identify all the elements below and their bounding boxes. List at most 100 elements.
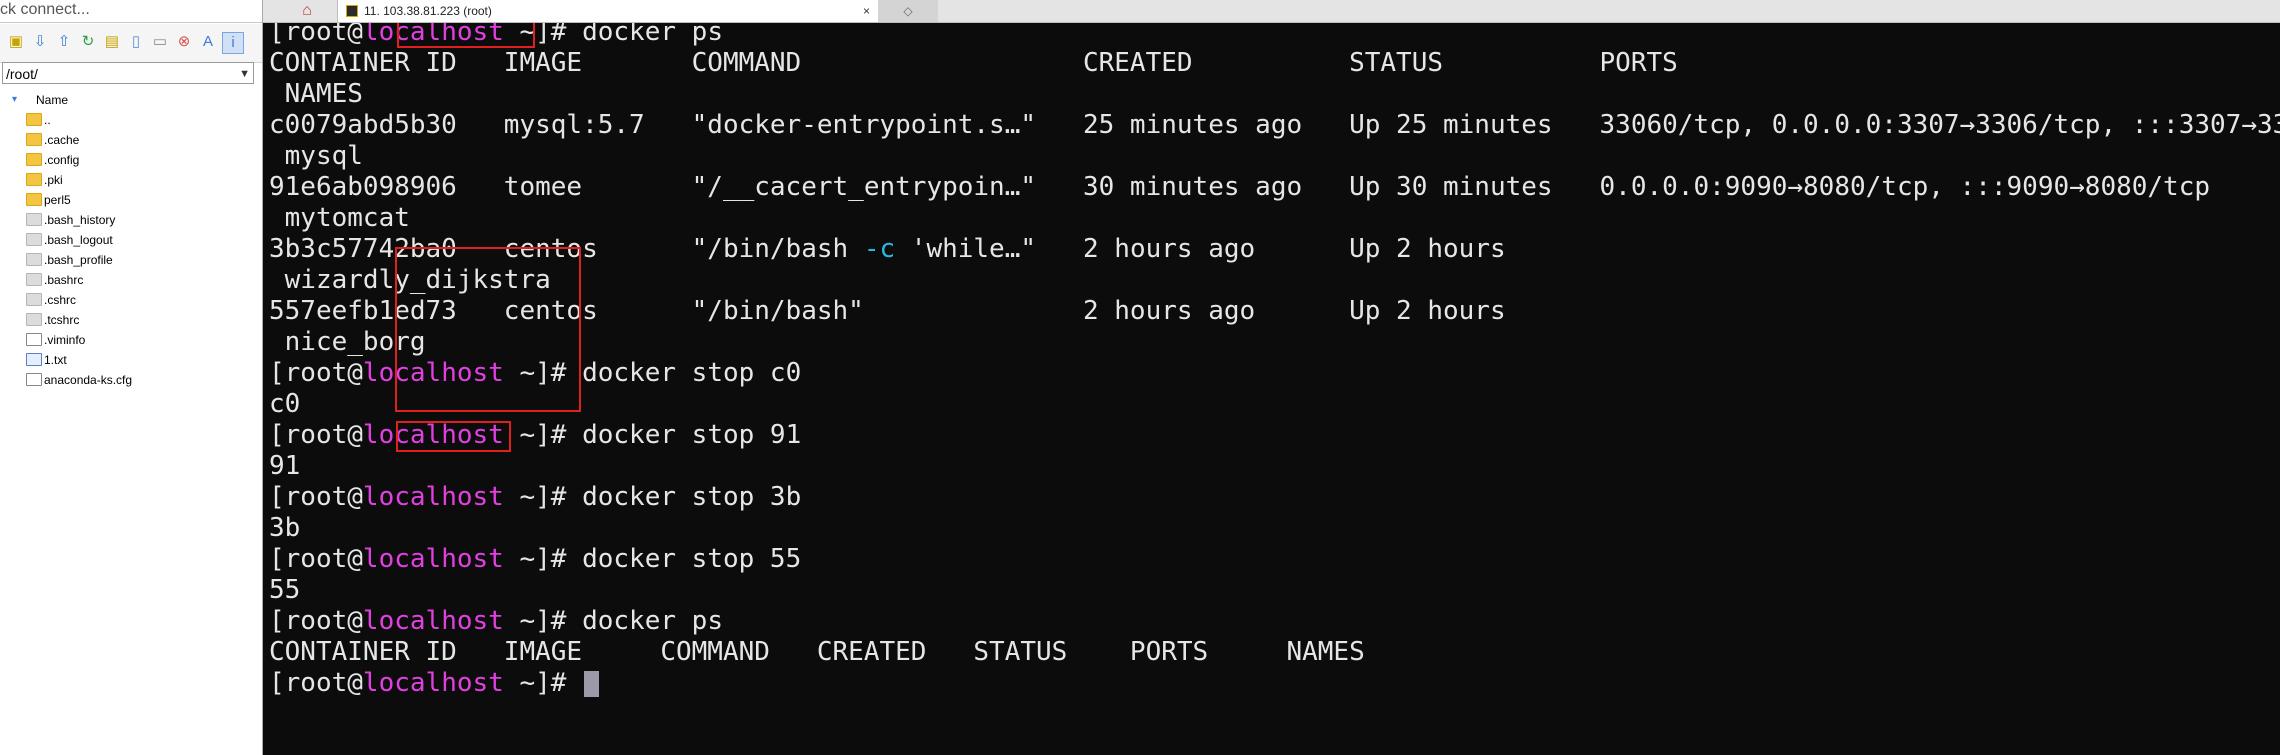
home-tab[interactable]: ⌂ [277, 0, 337, 22]
prompt-user: [root@ [269, 23, 363, 47]
file-name: .bash_profile [44, 253, 113, 267]
prompt-host: localhost [362, 668, 504, 698]
prompt-user: [root@ [269, 482, 363, 512]
prompt-user: [root@ [269, 420, 363, 450]
folder-icon [26, 173, 42, 186]
terminal-icon [346, 5, 358, 17]
file-list-item[interactable]: .cshrc [0, 290, 262, 310]
file-list-item[interactable]: .bash_history [0, 210, 262, 230]
command-text: docker stop c0 [582, 358, 802, 388]
prompt-suffix: ~]# [503, 420, 583, 450]
file-icon [26, 313, 42, 326]
refresh-icon[interactable]: ↻ [78, 32, 98, 52]
new-file-icon[interactable]: ▯ [126, 32, 146, 52]
collapse-icon[interactable]: ▾ [12, 90, 17, 110]
output-text: 91 [269, 451, 301, 481]
output-text: mytomcat [269, 203, 410, 233]
output-text: c0079abd5b30 mysql:5.7 "docker-entrypoin… [269, 110, 2280, 140]
prompt-user: [root@ [269, 358, 363, 388]
output-line: mysql [269, 141, 363, 172]
document-icon [26, 333, 42, 346]
file-name: .cshrc [44, 293, 77, 307]
file-list-item[interactable]: 1.txt [0, 350, 262, 370]
path-select[interactable]: /root/ ▼ [2, 62, 254, 84]
file-list-item[interactable]: .cache [0, 130, 262, 150]
output-line: 55 [269, 575, 300, 606]
chevron-down-icon[interactable]: ▼ [239, 63, 250, 85]
file-list-item[interactable]: .tcshrc [0, 310, 262, 330]
file-list-item[interactable]: anaconda-ks.cfg [0, 370, 262, 390]
file-list-item[interactable]: .bash_profile [0, 250, 262, 270]
file-name: .tcshrc [44, 313, 80, 327]
output-line: mytomcat [269, 203, 410, 234]
output-line: CONTAINER ID IMAGE COMMAND CREATED STATU… [269, 48, 1678, 79]
file-list-item[interactable]: perl5 [0, 190, 262, 210]
prompt-line: [root@localhost ~]# docker stop 91 [269, 420, 801, 451]
output-line: 3b [269, 513, 300, 544]
prompt-suffix: ~]# [503, 544, 583, 574]
highlight-box [395, 247, 581, 412]
prompt-line: [root@localhost ~]# [269, 668, 600, 699]
parent-folder-icon [26, 113, 42, 126]
tab-session[interactable]: 11. 103.38.81.223 (root) × [337, 0, 879, 22]
file-list-item[interactable]: .config [0, 150, 262, 170]
output-text: c0 [269, 389, 301, 419]
output-line: NAMES [269, 79, 363, 110]
file-name: anaconda-ks.cfg [44, 373, 133, 387]
prompt-host: localhost [362, 606, 504, 636]
parent-folder-icon[interactable]: ▣ [6, 32, 26, 52]
new-tab-icon: ◇ [903, 4, 913, 18]
file-list-item[interactable]: .bash_logout [0, 230, 262, 250]
close-icon[interactable]: × [863, 0, 870, 22]
sftp-browser-pane: ck connect... ▣ ⇩ ⇧ ↻ ▤ ▯ ▭ ⊗ A i /root/… [0, 0, 263, 755]
file-name: .pki [44, 173, 63, 187]
terminal-cursor [584, 670, 600, 697]
folder-icon [26, 153, 42, 166]
file-name: .bashrc [44, 273, 84, 287]
info-icon[interactable]: i [222, 32, 244, 54]
file-name: .. [44, 113, 51, 127]
prompt-user: [root@ [269, 544, 363, 574]
file-list-item[interactable]: .. [0, 110, 262, 130]
folder-icon [26, 133, 42, 146]
output-text: mysql [269, 141, 363, 171]
prompt-line: [root@localhost ~]# docker ps [269, 606, 723, 637]
delete-icon[interactable]: ⊗ [174, 32, 194, 52]
path-value: /root/ [6, 66, 38, 82]
upload-icon[interactable]: ⇧ [54, 32, 74, 52]
file-name: perl5 [44, 193, 71, 207]
prompt-suffix: ~]# [503, 668, 583, 698]
file-list-item[interactable]: .viminfo [0, 330, 262, 350]
new-folder-icon[interactable]: ▤ [102, 32, 122, 52]
prompt-host: localhost [362, 482, 504, 512]
command-text: docker stop 3b [582, 482, 802, 512]
file-name: .config [44, 153, 80, 167]
highlight-box [397, 23, 535, 48]
output-line: CONTAINER ID IMAGE COMMAND CREATED STATU… [269, 637, 1365, 668]
file-list-header[interactable]: ▾ Name [0, 90, 262, 110]
file-name: .bash_history [44, 213, 116, 227]
rename-icon[interactable]: A [198, 32, 218, 52]
output-text: 3b [269, 513, 301, 543]
output-text: 91e6ab098906 tomee "/__cacert_entrypoin…… [269, 172, 2211, 202]
folder-icon [26, 193, 42, 206]
prompt-user: [root@ [269, 606, 363, 636]
command-text: docker ps [582, 606, 723, 636]
session-tab-title: 11. 103.38.81.223 (root) [364, 4, 492, 18]
sftp-toolbar: ▣ ⇩ ⇧ ↻ ▤ ▯ ▭ ⊗ A i [0, 24, 262, 63]
file-list-item[interactable]: .bashrc [0, 270, 262, 290]
new-tab-button[interactable]: ◇ [878, 0, 938, 22]
properties-icon[interactable]: ▭ [150, 32, 170, 52]
file-list-item[interactable]: .pki [0, 170, 262, 190]
prompt-line: [root@localhost ~]# docker stop 55 [269, 544, 801, 575]
command-text: docker stop 91 [582, 420, 802, 450]
terminal-output[interactable]: [root@localhost ~]# docker ps CONTAINER I… [263, 23, 2280, 755]
file-icon [26, 253, 42, 266]
quick-connect-input[interactable]: ck connect... [0, 0, 262, 23]
prompt-line: [root@localhost ~]# docker stop 3b [269, 482, 801, 513]
output-line: c0 [269, 389, 300, 420]
output-line: 91e6ab098906 tomee "/__cacert_entrypoin…… [269, 172, 2210, 203]
column-name-header: Name [36, 93, 69, 107]
command-text: docker ps [582, 23, 723, 47]
download-icon[interactable]: ⇩ [30, 32, 50, 52]
